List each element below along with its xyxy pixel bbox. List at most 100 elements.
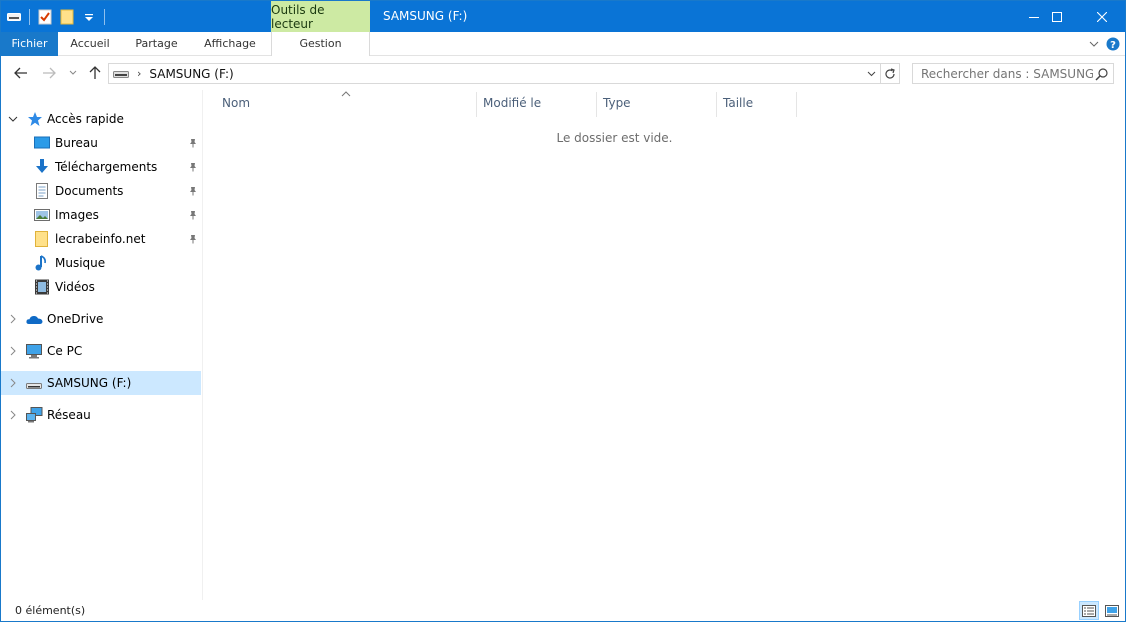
- navigation-pane: Accès rapide Bureau Téléchargements Docu…: [1, 90, 203, 600]
- drive-icon: [113, 68, 131, 80]
- column-header-modified[interactable]: Modifié le: [465, 90, 597, 117]
- address-dropdown-button[interactable]: [863, 64, 880, 83]
- documents-icon: [34, 183, 50, 199]
- nav-label: Bureau: [55, 136, 98, 150]
- chevron-right-icon[interactable]: [8, 378, 18, 388]
- tab-affichage[interactable]: Affichage: [192, 32, 268, 56]
- details-view-icon: [1082, 604, 1096, 617]
- refresh-button[interactable]: [881, 63, 900, 84]
- status-bar: 0 élément(s): [1, 600, 1125, 622]
- drive-icon: [26, 375, 42, 391]
- title-bar: Outils de lecteur SAMSUNG (F:): [1, 1, 1125, 32]
- maximize-icon: [1052, 11, 1062, 22]
- details-view-button[interactable]: [1079, 601, 1099, 620]
- nav-item-lecrabeinfo[interactable]: lecrabeinfo.net: [1, 227, 201, 251]
- nav-ce-pc[interactable]: Ce PC: [1, 339, 201, 363]
- nav-quick-access[interactable]: Accès rapide: [1, 107, 201, 131]
- quick-access-toolbar: [5, 6, 111, 28]
- nav-label: Réseau: [47, 408, 91, 422]
- nav-label: Téléchargements: [55, 160, 158, 174]
- window-title: SAMSUNG (F:): [383, 9, 468, 23]
- tab-partage[interactable]: Partage: [125, 32, 188, 56]
- search-input[interactable]: [913, 64, 1093, 83]
- address-bar[interactable]: › SAMSUNG (F:): [108, 63, 881, 84]
- drive-tools-label: Outils de lecteur: [271, 1, 370, 32]
- forward-button[interactable]: [39, 63, 59, 83]
- tab-fichier[interactable]: Fichier: [1, 32, 58, 56]
- chevron-right-icon[interactable]: [8, 410, 18, 420]
- drive-icon[interactable]: [5, 7, 23, 27]
- arrow-left-icon: [14, 67, 27, 79]
- nav-item-bureau[interactable]: Bureau: [1, 131, 201, 155]
- empty-folder-message: Le dossier est vide.: [204, 131, 1125, 145]
- onedrive-icon: [26, 311, 43, 327]
- properties-icon[interactable]: [36, 7, 54, 27]
- chevron-down-icon: [1089, 41, 1099, 47]
- column-header-type[interactable]: Type: [585, 90, 717, 117]
- chevron-down-icon: [69, 70, 77, 75]
- pin-icon[interactable]: [188, 234, 198, 244]
- chevron-down-icon: [867, 71, 876, 76]
- nav-label: OneDrive: [47, 312, 104, 326]
- nav-item-videos[interactable]: Vidéos: [1, 275, 201, 299]
- pin-icon[interactable]: [188, 138, 198, 148]
- nav-item-musique[interactable]: Musique: [1, 251, 201, 275]
- refresh-icon: [885, 67, 895, 79]
- tab-accueil[interactable]: Accueil: [58, 32, 122, 56]
- music-icon: [34, 255, 50, 271]
- toolbar-divider: [104, 9, 105, 25]
- large-icons-view-icon: [1105, 604, 1119, 617]
- chevron-right-icon[interactable]: [8, 314, 18, 324]
- pin-icon[interactable]: [188, 210, 198, 220]
- close-icon: [1097, 11, 1107, 22]
- column-divider[interactable]: [796, 92, 797, 117]
- help-button[interactable]: ?: [1105, 36, 1121, 52]
- file-list[interactable]: Nom Modifié le Type Taille Le dossier es…: [204, 90, 1125, 600]
- address-row: › SAMSUNG (F:): [1, 57, 1125, 90]
- toolbar-divider: [29, 9, 30, 25]
- new-folder-icon[interactable]: [58, 7, 76, 27]
- nav-onedrive[interactable]: OneDrive: [1, 307, 201, 331]
- column-header-size[interactable]: Taille: [705, 90, 797, 117]
- customize-toolbar-icon[interactable]: [80, 7, 98, 27]
- expand-ribbon-button[interactable]: [1086, 36, 1102, 52]
- back-button[interactable]: [11, 63, 31, 83]
- nav-label: Accès rapide: [47, 112, 124, 126]
- search-box[interactable]: [912, 63, 1114, 84]
- maximize-button[interactable]: [1034, 1, 1080, 32]
- network-icon: [26, 407, 43, 423]
- column-header-name[interactable]: Nom: [204, 90, 476, 117]
- nav-label: Images: [55, 208, 99, 222]
- folder-icon: [34, 231, 50, 247]
- chevron-down-icon[interactable]: [8, 114, 18, 124]
- nav-samsung-drive[interactable]: SAMSUNG (F:): [1, 371, 201, 395]
- arrow-right-icon: [43, 67, 56, 79]
- nav-reseau[interactable]: Réseau: [1, 403, 201, 427]
- nav-label: Musique: [55, 256, 106, 270]
- search-icon: [1095, 68, 1108, 81]
- pictures-icon: [34, 207, 50, 223]
- star-icon: [27, 111, 43, 127]
- breadcrumb-separator[interactable]: ›: [137, 67, 141, 80]
- large-icons-view-button[interactable]: [1102, 601, 1122, 620]
- tab-gestion[interactable]: Gestion: [271, 32, 370, 56]
- ribbon-tabs: Fichier Accueil Partage Affichage Gestio…: [1, 32, 1125, 56]
- recent-locations-button[interactable]: [63, 63, 83, 83]
- close-button[interactable]: [1079, 1, 1125, 32]
- nav-item-images[interactable]: Images: [1, 203, 201, 227]
- nav-item-telechargements[interactable]: Téléchargements: [1, 155, 201, 179]
- nav-label: Vidéos: [55, 280, 95, 294]
- breadcrumb-item[interactable]: SAMSUNG (F:): [149, 67, 233, 81]
- up-button[interactable]: [85, 63, 105, 83]
- arrow-up-icon: [89, 66, 101, 79]
- nav-item-documents[interactable]: Documents: [1, 179, 201, 203]
- download-icon: [34, 159, 50, 175]
- svg-text:?: ?: [1110, 40, 1116, 51]
- empty-folder-text: Le dossier est vide.: [556, 131, 673, 145]
- videos-icon: [34, 279, 50, 295]
- pin-icon[interactable]: [188, 186, 198, 196]
- nav-label: lecrabeinfo.net: [55, 232, 146, 246]
- nav-label: Ce PC: [47, 344, 83, 358]
- pin-icon[interactable]: [188, 162, 198, 172]
- chevron-right-icon[interactable]: [8, 346, 18, 356]
